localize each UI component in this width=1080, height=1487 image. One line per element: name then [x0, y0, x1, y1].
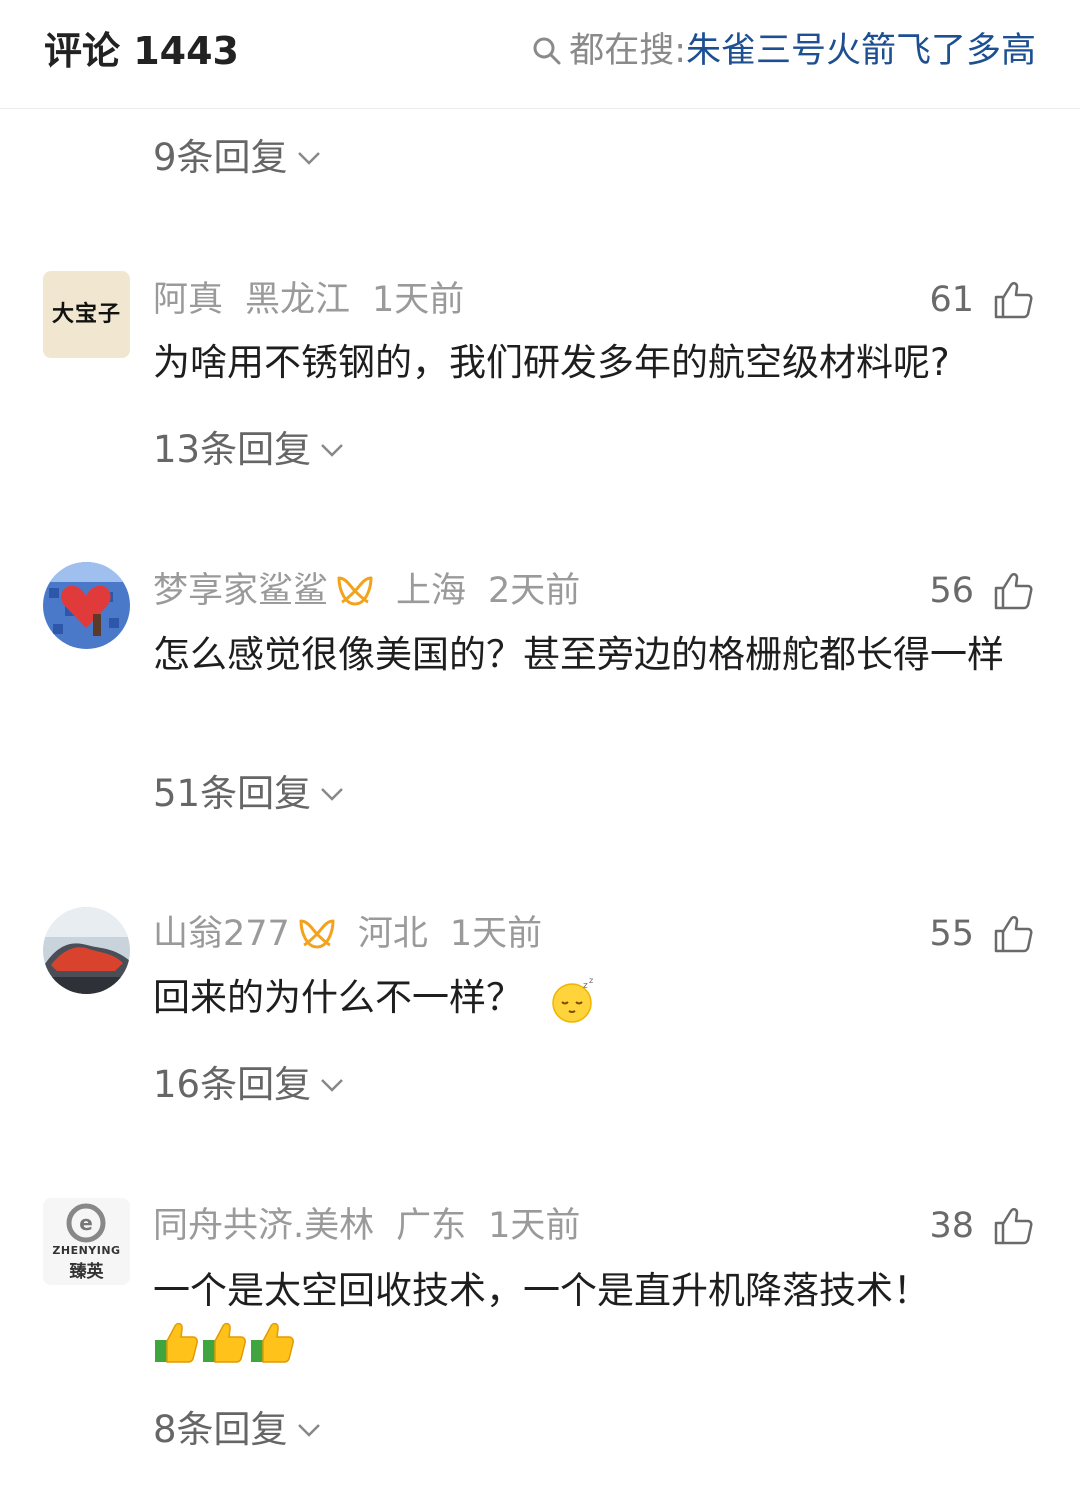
thumbs-up-icon: [994, 282, 1033, 319]
like-count: 56: [929, 571, 974, 611]
view-replies-button[interactable]: 51条回复: [153, 771, 347, 817]
comment-text: 回来的为什么不一样？ z z: [153, 971, 1043, 1024]
chevron-down-icon: [321, 1079, 343, 1092]
location: 广东: [396, 1206, 467, 1246]
comments-header: 评论 1443 都在搜: 朱雀三号火箭飞了多高: [0, 0, 1080, 109]
comment-meta: 山翁277 河北 1天前: [153, 911, 542, 957]
thumbs-up-emoji: [203, 1322, 246, 1363]
comment-text: 一个是太空回收技术，一个是直升机降落技术！: [153, 1269, 930, 1312]
avatar[interactable]: 大宝子: [43, 271, 130, 358]
avatar[interactable]: [43, 562, 130, 649]
comment-text: 为啥用不锈钢的，我们研发多年的航空级材料呢?: [153, 341, 950, 384]
replies-count: 8条回复: [153, 1408, 288, 1451]
search-label: 都在搜:: [569, 31, 686, 71]
avatar-image: [43, 562, 130, 649]
location: 上海: [396, 571, 467, 611]
timestamp: 1天前: [488, 1206, 581, 1246]
timestamp: 1天前: [449, 914, 543, 954]
sleepy-face-emoji: z z: [552, 976, 593, 1023]
svg-text:z: z: [583, 981, 588, 991]
like-count: 61: [929, 280, 974, 320]
svg-text:z: z: [589, 976, 593, 985]
username[interactable]: 梦享家鲨鲨: [153, 568, 328, 614]
avatar-brand: ZHENYING: [52, 1244, 121, 1257]
view-replies-button[interactable]: 8条回复: [153, 1407, 324, 1453]
comment-text: 怎么感觉很像美国的？甚至旁边的格栅舵都长得一样: [153, 633, 1004, 676]
avatar-text: 大宝子: [51, 301, 121, 327]
avatar-image: [43, 907, 130, 994]
view-replies-button[interactable]: 9条回复: [153, 135, 324, 181]
username[interactable]: 山翁277: [153, 911, 290, 957]
like-button[interactable]: 55: [929, 911, 1034, 957]
avatar-brand-cn: 臻英: [69, 1262, 104, 1282]
comment-meta: 梦享家鲨鲨 上海 2天前: [153, 568, 580, 614]
comment-text-content: 回来的为什么不一样？: [153, 976, 523, 1019]
thumbs-up-icon: [994, 916, 1033, 953]
avatar[interactable]: [43, 907, 130, 994]
thumbs-emoji-row: [153, 1320, 297, 1366]
comment-meta: 同舟共济.美林 广东 1天前: [153, 1203, 580, 1249]
replies-count: 51条回复: [153, 772, 312, 815]
svg-text:e: e: [79, 1211, 93, 1235]
search-icon: [533, 37, 561, 65]
replies-count: 9条回复: [153, 136, 288, 179]
like-button[interactable]: 56: [929, 568, 1034, 614]
thumbs-up-emoji: [155, 1322, 198, 1363]
chevron-down-icon: [321, 444, 343, 457]
thumbs-up-emoji: [251, 1322, 294, 1363]
replies-count: 16条回复: [153, 1063, 312, 1106]
location: 黑龙江: [245, 280, 351, 320]
username[interactable]: 同舟共济.美林: [153, 1203, 374, 1249]
trending-search[interactable]: 都在搜: 朱雀三号火箭飞了多高: [531, 28, 1036, 74]
like-count: 38: [929, 1206, 974, 1246]
avatar[interactable]: e ZHENYING 臻英: [43, 1198, 130, 1285]
like-count: 55: [929, 914, 974, 954]
chevron-down-icon: [297, 152, 320, 165]
username[interactable]: 阿真: [153, 277, 223, 323]
vip-badge-icon: [299, 919, 335, 949]
replies-count: 13条回复: [153, 428, 312, 471]
search-query[interactable]: 朱雀三号火箭飞了多高: [686, 28, 1036, 74]
chevron-down-icon: [321, 788, 343, 801]
view-replies-button[interactable]: 13条回复: [153, 427, 347, 473]
like-button[interactable]: 38: [929, 1203, 1034, 1249]
chevron-down-icon: [297, 1424, 320, 1437]
thumbs-up-icon: [994, 1208, 1033, 1245]
location: 河北: [357, 914, 428, 954]
timestamp: 1天前: [372, 280, 465, 320]
comment-meta: 阿真 黑龙江 1天前: [153, 277, 464, 323]
thumbs-up-icon: [994, 573, 1033, 610]
view-replies-button[interactable]: 16条回复: [153, 1062, 347, 1108]
comments-title: 评论 1443: [44, 29, 239, 73]
timestamp: 2天前: [488, 571, 581, 611]
vip-badge-icon: [337, 576, 373, 606]
like-button[interactable]: 61: [929, 277, 1034, 323]
